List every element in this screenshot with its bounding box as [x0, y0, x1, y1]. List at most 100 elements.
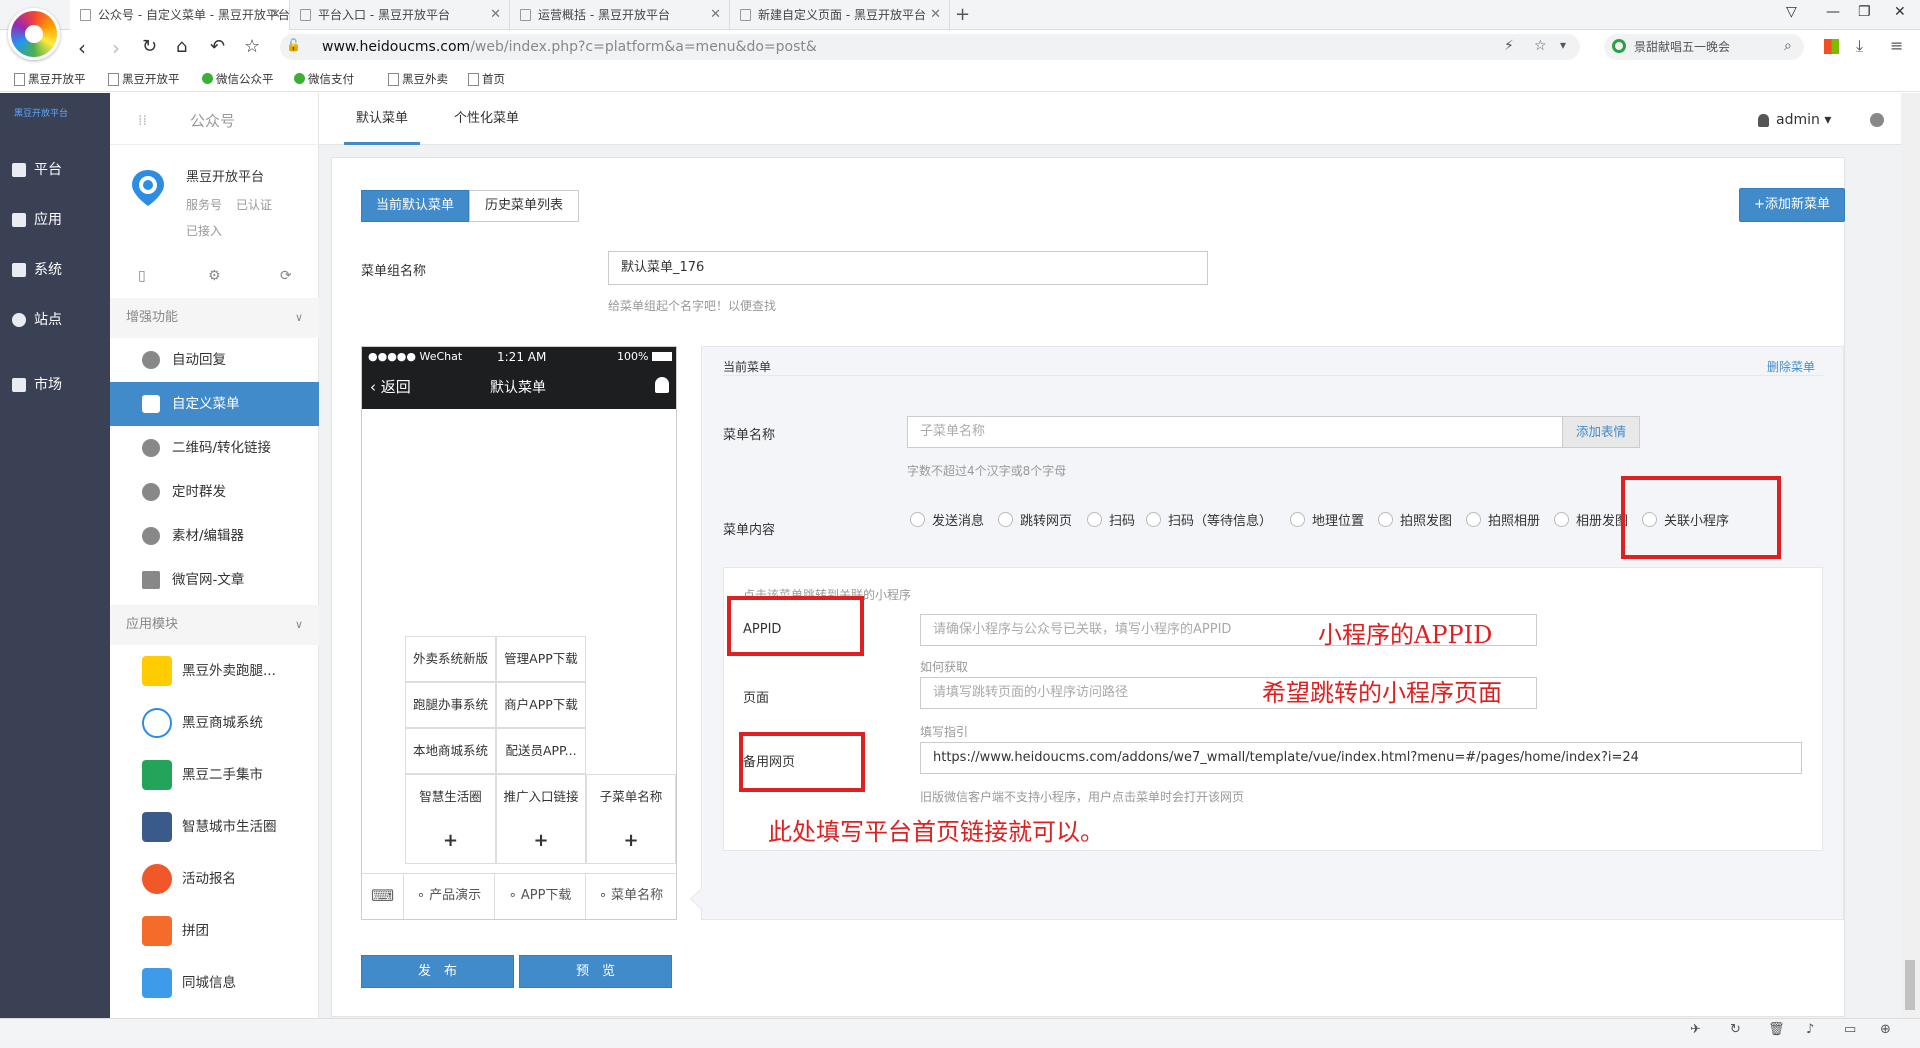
tab-close-icon[interactable]: ✕: [270, 0, 281, 30]
nav-platform[interactable]: 平台: [12, 160, 62, 180]
menu-icon[interactable]: ≡: [1890, 36, 1903, 55]
switch-icon[interactable]: ⟳: [280, 268, 292, 284]
scroll-thumb[interactable]: [1905, 960, 1915, 1010]
bookmark-item[interactable]: 微信公众平: [200, 70, 274, 88]
sidebar-item-auto-reply[interactable]: 自动回复: [110, 338, 319, 382]
browser-tab[interactable]: 新建自定义页面 - 黑豆开放平台 ✕: [730, 0, 950, 30]
module-activity[interactable]: 活动报名: [110, 853, 319, 905]
tab-close-icon[interactable]: ✕: [930, 0, 941, 30]
page-scrollbar[interactable]: [1901, 93, 1920, 1018]
bookmark-item[interactable]: 黑豆外卖: [386, 70, 448, 88]
history-menu-button[interactable]: 历史菜单列表: [469, 190, 579, 222]
radio-scan[interactable]: 扫码: [1087, 510, 1135, 529]
submenu-item[interactable]: 外卖系统新版: [405, 636, 496, 682]
tab-close-icon[interactable]: ✕: [710, 0, 721, 30]
mobile-icon[interactable]: ▯: [138, 268, 146, 284]
submenu-item[interactable]: 商户APP下载: [496, 682, 586, 728]
bookmark-item[interactable]: 微信支付: [292, 70, 354, 88]
skin-icon[interactable]: ▽: [1786, 4, 1797, 20]
submenu-item[interactable]: 配送员APP...: [496, 728, 586, 774]
page-guide-link[interactable]: 填写指引: [920, 723, 968, 740]
module-smart-city[interactable]: 智慧城市生活圈: [110, 801, 319, 853]
tab-close-icon[interactable]: ✕: [490, 0, 501, 30]
add-submenu-icon[interactable]: +: [497, 819, 585, 863]
sidebar-item-custom-menu[interactable]: 自定义菜单: [110, 382, 319, 426]
sidebar-item-material[interactable]: 素材/编辑器: [110, 514, 319, 558]
reload-icon[interactable]: ↻: [142, 36, 157, 57]
bookmark-star-icon[interactable]: ☆: [1534, 38, 1547, 54]
add-submenu-icon[interactable]: +: [406, 819, 495, 863]
gear-icon[interactable]: ⚙: [208, 268, 221, 284]
notification-icon[interactable]: [1870, 113, 1884, 127]
section-enhanced[interactable]: 增强功能 ∨: [110, 298, 319, 338]
add-menu-button[interactable]: +添加新菜单: [1739, 188, 1845, 222]
radio-photo[interactable]: 拍照发图: [1378, 510, 1452, 529]
browser-logo-icon[interactable]: [8, 8, 60, 60]
undo-close-icon[interactable]: ↶: [210, 36, 225, 57]
rocket-icon[interactable]: ✈: [1690, 1022, 1701, 1037]
close-window-icon[interactable]: ✕: [1894, 4, 1906, 20]
nav-market[interactable]: 市场: [12, 375, 62, 395]
download-icon[interactable]: ⤓: [1856, 36, 1863, 56]
favorite-star-icon[interactable]: ☆: [244, 36, 260, 57]
apps-icon[interactable]: [1824, 39, 1839, 54]
module-mall[interactable]: 黑豆商城系统: [110, 697, 319, 749]
search-icon[interactable]: ⌕: [1784, 38, 1792, 54]
nav-system[interactable]: 系统: [12, 260, 62, 280]
add-submenu-icon[interactable]: +: [587, 819, 675, 863]
module-local-info[interactable]: 同城信息: [110, 957, 319, 1009]
radio-scan-wait[interactable]: 扫码（等待信息）: [1146, 510, 1272, 529]
section-modules[interactable]: 应用模块 ∨: [110, 605, 319, 645]
current-menu-button[interactable]: 当前默认菜单: [361, 190, 469, 222]
zoom-icon[interactable]: ⊕: [1880, 1022, 1891, 1037]
add-emoji-button[interactable]: 添加表情: [1562, 416, 1640, 448]
tab-default-menu[interactable]: 默认菜单: [344, 93, 421, 145]
appid-howto-link[interactable]: 如何获取: [920, 658, 968, 675]
radio-jump-web[interactable]: 跳转网页: [998, 510, 1072, 529]
sync-icon[interactable]: ↻: [1730, 1022, 1741, 1037]
tab-personal-menu[interactable]: 个性化菜单: [442, 93, 531, 145]
insecure-icon[interactable]: 🔓: [286, 38, 301, 52]
url-input[interactable]: www.heidoucms.com/web/index.php?c=platfo…: [280, 34, 1580, 60]
window-icon[interactable]: ▭: [1844, 1022, 1856, 1037]
sidebar-item-qrcode[interactable]: 二维码/转化链接: [110, 426, 319, 470]
submenu-item[interactable]: 本地商城系统: [405, 728, 496, 774]
radio-location[interactable]: 地理位置: [1290, 510, 1364, 529]
submenu-item[interactable]: 管理APP下载: [496, 636, 586, 682]
module-takeout[interactable]: 黑豆外卖跑腿...: [110, 645, 319, 697]
user-menu[interactable]: admin ▾: [1757, 112, 1831, 128]
menu-name-input[interactable]: 子菜单名称: [907, 416, 1563, 448]
forward-icon[interactable]: ›: [112, 36, 120, 60]
module-secondhand[interactable]: 黑豆二手集市: [110, 749, 319, 801]
new-tab-button[interactable]: +: [955, 0, 970, 30]
sidebar-item-website[interactable]: 微官网-文章: [110, 558, 319, 602]
home-icon[interactable]: ⌂: [176, 36, 187, 57]
main-menu-item[interactable]: ∘ 菜单名称: [586, 873, 676, 919]
module-group-buy[interactable]: 拼团: [110, 905, 319, 957]
bookmark-item[interactable]: 黑豆开放平: [106, 70, 180, 88]
nav-apps[interactable]: 应用: [12, 210, 62, 230]
browser-tab[interactable]: 运营概括 - 黑豆开放平台 ✕: [510, 0, 730, 30]
dropdown-icon[interactable]: ▾: [1560, 38, 1566, 52]
browser-search-input[interactable]: 景甜献唱五一晚会: [1604, 34, 1804, 60]
preview-button[interactable]: 预 览: [519, 955, 672, 988]
browser-tab-active[interactable]: 公众号 - 自定义菜单 - 黑豆开放平台 ✕: [70, 0, 290, 30]
bookmark-item[interactable]: 首页: [466, 70, 505, 88]
submenu-item[interactable]: 推广入口链接 +: [496, 774, 586, 864]
browser-tab[interactable]: 平台入口 - 黑豆开放平台 ✕: [290, 0, 510, 30]
submenu-item[interactable]: 子菜单名称 +: [586, 774, 676, 864]
radio-album[interactable]: 相册发图: [1554, 510, 1628, 529]
submenu-item[interactable]: 跑腿办事系统: [405, 682, 496, 728]
minimize-icon[interactable]: —: [1826, 4, 1840, 20]
keyboard-icon[interactable]: ⌨: [362, 873, 404, 919]
main-menu-item[interactable]: ∘ APP下载: [495, 873, 586, 919]
sidebar-item-mass-send[interactable]: 定时群发: [110, 470, 319, 514]
delete-menu-link[interactable]: 删除菜单: [1767, 358, 1815, 375]
main-menu-item[interactable]: ∘ 产品演示: [404, 873, 495, 919]
group-name-input[interactable]: 默认菜单_176: [608, 251, 1208, 285]
nav-site[interactable]: 站点: [12, 310, 62, 330]
sidebar-menu-icon[interactable]: ⁞⁞: [138, 113, 147, 129]
volume-icon[interactable]: ♪: [1806, 1022, 1814, 1037]
publish-button[interactable]: 发 布: [361, 955, 514, 988]
radio-photo-album[interactable]: 拍照相册: [1466, 510, 1540, 529]
